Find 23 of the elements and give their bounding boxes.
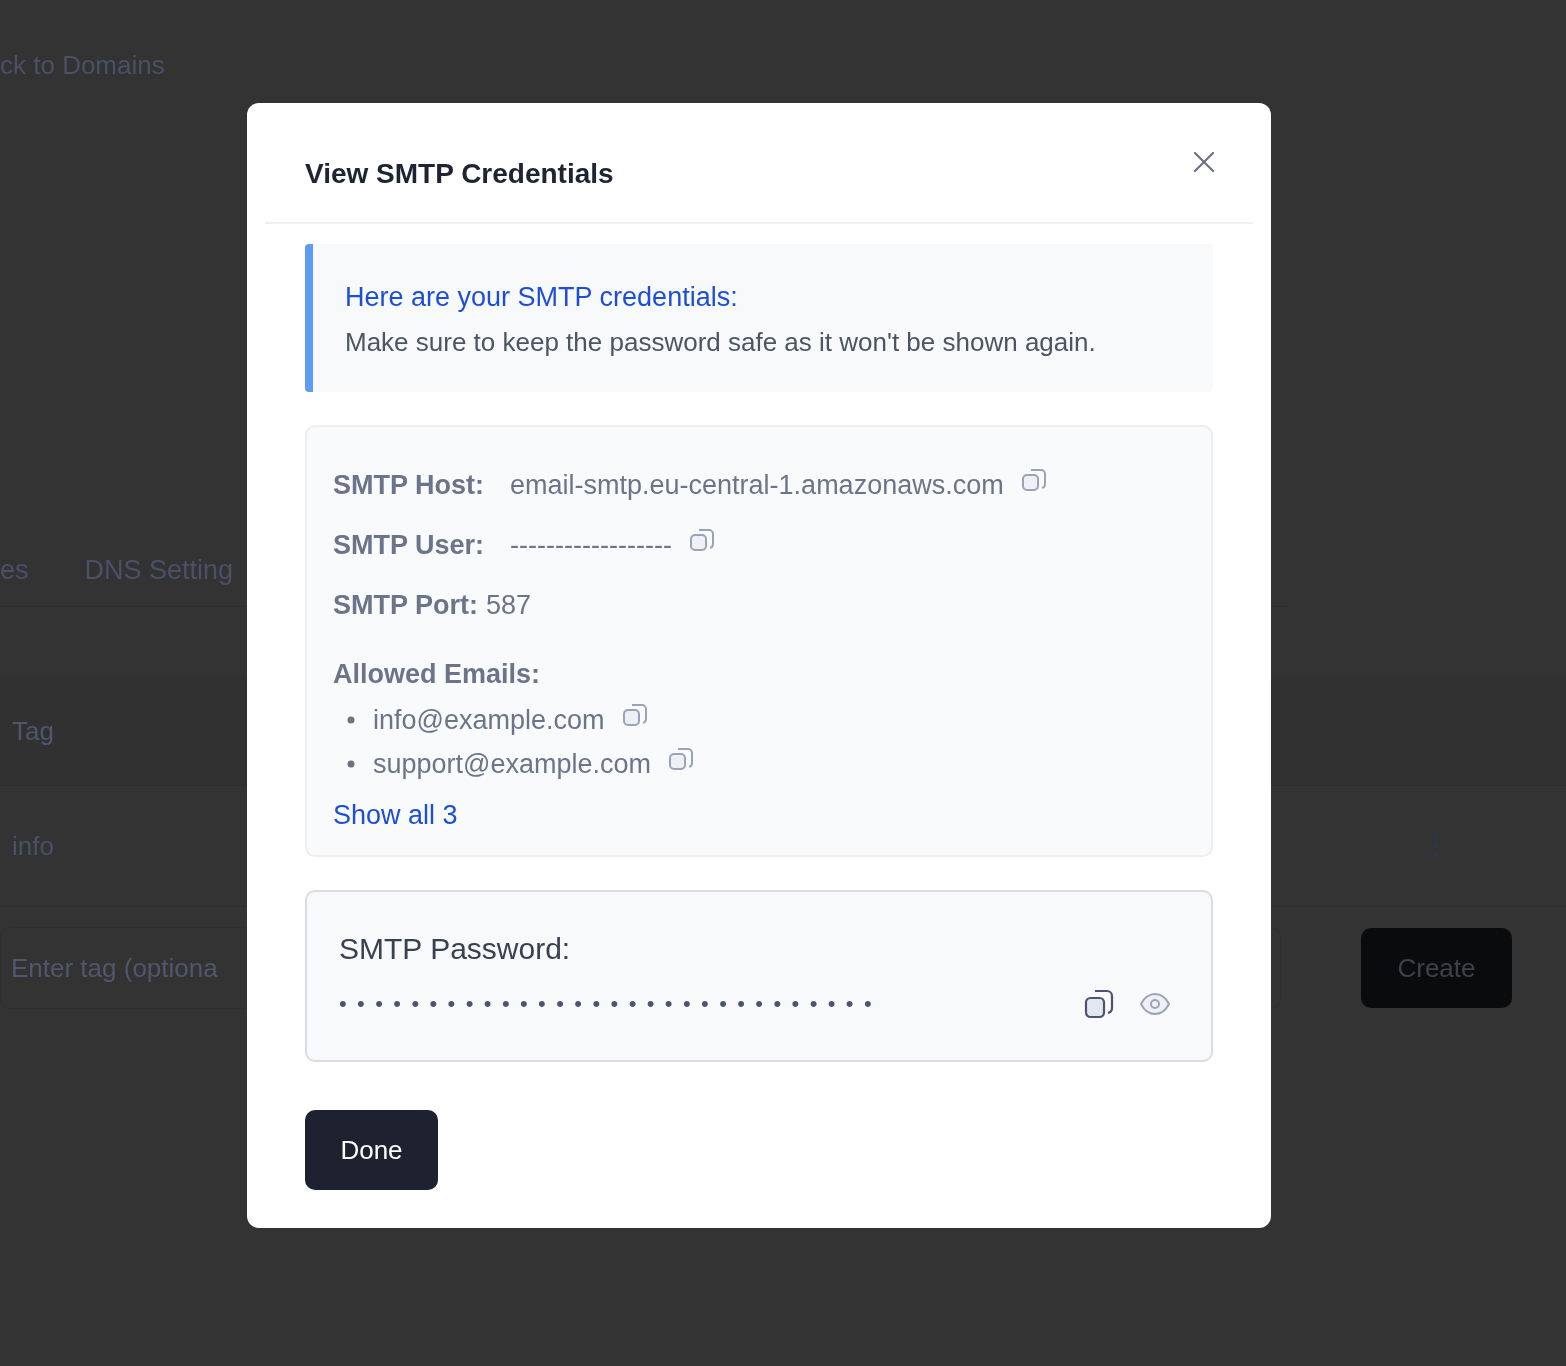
field-label: SMTP Host: bbox=[333, 469, 484, 501]
field-label: SMTP User: bbox=[333, 529, 485, 561]
bullet-icon bbox=[347, 716, 355, 724]
close-icon[interactable] bbox=[1193, 151, 1215, 173]
bullet-icon bbox=[347, 760, 355, 768]
email-address: support@example.com bbox=[373, 748, 652, 780]
notice-text: Make sure to keep the password safe as it won't be shown again. bbox=[345, 327, 1097, 358]
done-button[interactable]: Done bbox=[305, 1110, 438, 1190]
eye-icon[interactable] bbox=[1139, 992, 1171, 1016]
field-value: 587 bbox=[486, 589, 532, 621]
field-label: Allowed Emails: bbox=[333, 659, 541, 690]
column-header: Tag bbox=[12, 715, 54, 747]
copy-icon[interactable] bbox=[1083, 988, 1115, 1020]
password-value: •••••••••••••••••••••••••••••• bbox=[339, 991, 884, 1017]
field-label: SMTP Port: bbox=[333, 589, 478, 621]
field-value: email-smtp.eu-central-1.amazonaws.com bbox=[510, 469, 1004, 501]
field-value: ------------------ bbox=[510, 529, 672, 561]
create-button[interactable]: Create bbox=[1361, 928, 1512, 1008]
email-address: info@example.com bbox=[373, 704, 605, 736]
modal-title: View SMTP Credentials bbox=[305, 158, 614, 190]
password-label: SMTP Password: bbox=[339, 932, 571, 966]
show-all-link[interactable]: Show all 3 bbox=[333, 800, 458, 831]
notice-title: Here are your SMTP credentials: bbox=[345, 282, 739, 313]
